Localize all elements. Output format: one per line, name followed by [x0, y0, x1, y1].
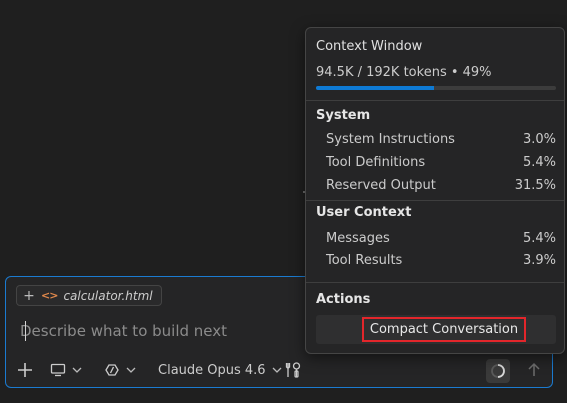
chevron-down-icon	[72, 367, 82, 373]
chat-toolbar: Claude Opus 4.6	[6, 357, 552, 383]
configure-tools-button[interactable]	[284, 357, 302, 383]
divider	[306, 282, 564, 283]
context-usage-button[interactable]	[486, 359, 510, 383]
spinner-icon	[491, 364, 505, 378]
system-section-heading: System	[316, 108, 371, 123]
model-picker-label: Claude Opus 4.6	[158, 362, 266, 378]
target-device-dropdown[interactable]	[50, 357, 82, 383]
add-context-button[interactable]	[16, 357, 34, 383]
actions-section-heading: Actions	[316, 292, 371, 307]
tools-icon	[285, 362, 301, 378]
row-label: Tool Results	[326, 253, 403, 268]
plus-icon	[18, 363, 32, 377]
token-usage-text: 94.5K / 192K tokens • 49%	[316, 65, 492, 80]
token-usage-bar	[316, 86, 556, 90]
file-chip-name: calculator.html	[63, 288, 153, 303]
mode-icon	[105, 364, 119, 376]
text-caret	[25, 321, 26, 341]
user-context-section-heading: User Context	[316, 205, 412, 220]
row-value: 5.4%	[522, 231, 556, 246]
row-label: System Instructions	[326, 132, 455, 147]
list-item: Tool Definitions 5.4%	[326, 155, 556, 170]
code-brackets-icon: <>	[41, 289, 58, 302]
token-usage-bar-fill	[316, 86, 434, 90]
app-surface: + <> calculator.html Describe what to bu…	[0, 0, 567, 403]
divider	[306, 100, 564, 101]
send-button[interactable]	[521, 357, 547, 383]
actions-row: Compact Conversation	[316, 315, 556, 344]
plus-icon[interactable]: +	[21, 288, 37, 304]
row-value: 3.9%	[522, 253, 556, 268]
list-item: System Instructions 3.0%	[326, 132, 556, 147]
model-picker-dropdown[interactable]: Claude Opus 4.6	[158, 357, 282, 383]
list-item: Reserved Output 31.5%	[326, 178, 556, 193]
row-value: 31.5%	[514, 178, 556, 193]
row-label: Reserved Output	[326, 178, 436, 193]
list-item: Messages 5.4%	[326, 231, 556, 246]
row-label: Messages	[326, 231, 390, 246]
compact-conversation-button[interactable]: Compact Conversation	[362, 317, 526, 342]
arrow-up-icon	[528, 362, 540, 376]
file-context-chip[interactable]: + <> calculator.html	[16, 285, 162, 306]
monitor-icon	[50, 363, 66, 377]
mode-dropdown[interactable]	[104, 357, 136, 383]
row-label: Tool Definitions	[326, 155, 426, 170]
row-value: 5.4%	[522, 155, 556, 170]
popup-title: Context Window	[316, 39, 423, 54]
list-item: Tool Results 3.9%	[326, 253, 556, 268]
divider	[306, 200, 564, 201]
context-window-popup: Context Window 94.5K / 192K tokens • 49%…	[305, 27, 565, 354]
chevron-down-icon	[126, 367, 136, 373]
chevron-down-icon	[272, 367, 282, 373]
row-value: 3.0%	[522, 132, 556, 147]
